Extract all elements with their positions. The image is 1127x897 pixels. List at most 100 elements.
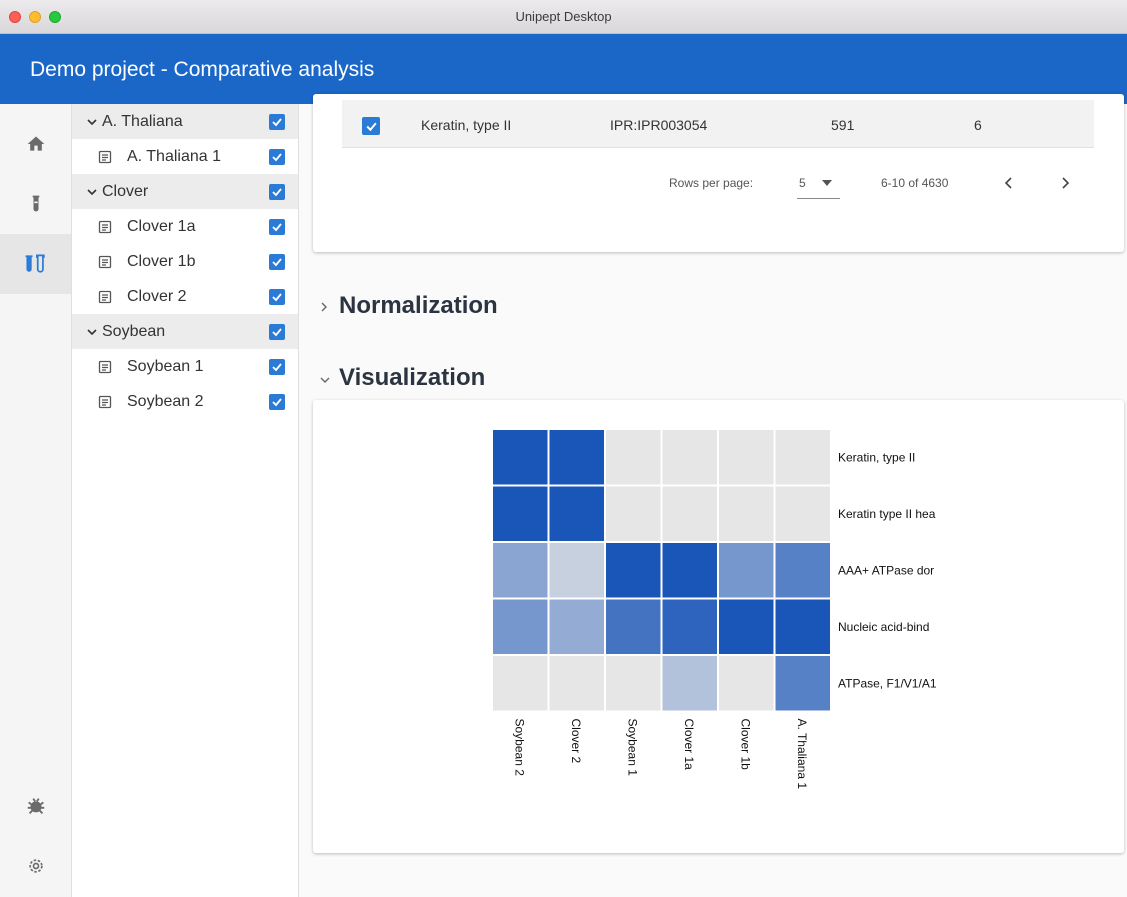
nav-analysis-button[interactable] (0, 174, 71, 234)
cell-name: Keratin, type II (421, 117, 512, 133)
heatmap-cell[interactable] (549, 656, 605, 711)
gear-icon (28, 859, 43, 873)
tree-item-label: Clover 1b (127, 252, 196, 270)
project-title: Demo project - Comparative analysis (30, 58, 375, 81)
heatmap-cell[interactable] (662, 599, 718, 655)
heatmap-cell[interactable] (549, 486, 605, 542)
visualization-header[interactable]: Visualization (319, 362, 619, 396)
heatmap-column-label: Clover 1b (738, 719, 752, 771)
rows-per-page-value: 5 (799, 176, 806, 190)
tree-checkbox[interactable] (269, 183, 285, 200)
heatmap-row-label: Keratin type II hea (838, 507, 936, 521)
main-content: Keratin, type II IPR:IPR003054 591 6 Row… (299, 94, 1127, 897)
document-icon (98, 150, 112, 163)
heatmap-cell[interactable] (719, 486, 774, 542)
tree-group-clover[interactable]: Clover (72, 174, 298, 209)
heatmap-card: Keratin, type II Keratin type II hea AAA+ … (313, 400, 1124, 853)
chevron-down-icon[interactable] (86, 186, 98, 198)
heatmap-cell[interactable] (775, 656, 831, 711)
heatmap-cell[interactable] (775, 486, 831, 542)
heatmap-cell[interactable] (606, 599, 661, 655)
heatmap-cell[interactable] (549, 599, 605, 655)
heatmap-cell[interactable] (662, 656, 718, 711)
tree-checkbox[interactable] (269, 288, 285, 305)
heatmap-cell[interactable] (662, 430, 718, 485)
tree-group-label: Clover (102, 182, 149, 200)
heatmap-cell[interactable] (493, 486, 548, 542)
tree-group-label: Soybean (102, 322, 166, 340)
heatmap-cell[interactable] (606, 486, 661, 542)
tree-item-soybean-2[interactable]: Soybean 2 (72, 384, 298, 419)
previous-page-icon[interactable] (1003, 176, 1015, 190)
heatmap-chart[interactable]: Keratin, type II Keratin type II hea AAA+ … (313, 400, 1124, 853)
tree-checkbox[interactable] (269, 218, 285, 235)
document-icon (98, 220, 112, 233)
cell-count: 591 (831, 117, 855, 133)
tree-item-label: A. Thaliana 1 (127, 147, 221, 165)
checkmark-icon (272, 152, 282, 161)
tree-checkbox[interactable] (269, 393, 285, 410)
normalization-header[interactable]: Normalization (319, 290, 619, 324)
heatmap-cell[interactable] (493, 430, 548, 485)
document-icon (98, 290, 112, 303)
heatmap-row-label: ATPase, F1/V1/A1 (838, 676, 937, 690)
tree-item-clover-1b[interactable]: Clover 1b (72, 244, 298, 279)
heatmap-cell[interactable] (549, 543, 605, 598)
tree-checkbox[interactable] (269, 113, 285, 130)
row-checkbox[interactable] (362, 117, 380, 135)
nav-home-button[interactable] (0, 114, 71, 174)
cell-assays: 6 (974, 117, 982, 133)
tree-item-soybean-1[interactable]: Soybean 1 (72, 349, 298, 384)
chevron-down-icon (320, 377, 330, 383)
nav-settings-button[interactable] (0, 836, 71, 896)
heatmap-row-label: Keratin, type II (838, 450, 915, 464)
normalization-title: Normalization (339, 292, 498, 319)
chevron-down-icon[interactable] (86, 326, 98, 338)
nav-compare-button[interactable] (0, 234, 71, 294)
checkmark-icon (272, 257, 282, 266)
heatmap-cell[interactable] (549, 430, 605, 485)
next-page-icon[interactable] (1059, 176, 1071, 190)
home-icon (27, 136, 44, 151)
heatmap-cell[interactable] (493, 599, 548, 655)
tree-item-clover-2[interactable]: Clover 2 (72, 279, 298, 314)
checkmark-icon (272, 187, 282, 196)
heatmap-cell[interactable] (493, 656, 548, 711)
chevron-down-icon[interactable] (86, 116, 98, 128)
heatmap-cell[interactable] (719, 656, 774, 711)
heatmap-cell[interactable] (719, 430, 774, 485)
heatmap-cell[interactable] (606, 543, 661, 598)
heatmap-column-label: Soybean 2 (512, 719, 526, 777)
annotations-table-card: Keratin, type II IPR:IPR003054 591 6 Row… (313, 94, 1124, 252)
tree-item-clover-1a[interactable]: Clover 1a (72, 209, 298, 244)
heatmap-row-label: Nucleic acid-bind (838, 620, 929, 634)
tree-checkbox[interactable] (269, 253, 285, 270)
tree-checkbox[interactable] (269, 323, 285, 340)
title-bar: Unipept Desktop (0, 0, 1127, 34)
heatmap-column-label: Clover 1a (682, 719, 696, 771)
rows-per-page-select[interactable]: 5 (797, 170, 840, 199)
heatmap-cell[interactable] (662, 543, 718, 598)
window-title: Unipept Desktop (515, 9, 612, 24)
table-row[interactable]: Keratin, type II IPR:IPR003054 591 6 (342, 100, 1094, 148)
heatmap-cell[interactable] (719, 543, 774, 598)
heatmap-cell[interactable] (719, 599, 774, 655)
tree-checkbox[interactable] (269, 148, 285, 165)
tree-group-soybean[interactable]: Soybean (72, 314, 298, 349)
heatmap-cell[interactable] (493, 543, 548, 598)
checkmark-icon (272, 292, 282, 301)
heatmap-cell[interactable] (606, 656, 661, 711)
tree-item-a-thaliana-1[interactable]: A. Thaliana 1 (72, 139, 298, 174)
heatmap-cell[interactable] (775, 543, 831, 598)
checkmark-icon (365, 122, 377, 131)
heatmap-cell[interactable] (775, 430, 831, 485)
heatmap-cell[interactable] (606, 430, 661, 485)
tree-checkbox[interactable] (269, 358, 285, 375)
heatmap-cell[interactable] (662, 486, 718, 542)
cell-code: IPR:IPR003054 (610, 117, 708, 133)
heatmap-cell[interactable] (775, 599, 831, 655)
nav-pept2data-button[interactable] (0, 776, 71, 836)
app-window: Unipept Desktop Demo project - Comparati… (0, 0, 1127, 897)
tree-group-a-thaliana[interactable]: A. Thaliana (72, 104, 298, 139)
checkmark-icon (272, 222, 282, 231)
